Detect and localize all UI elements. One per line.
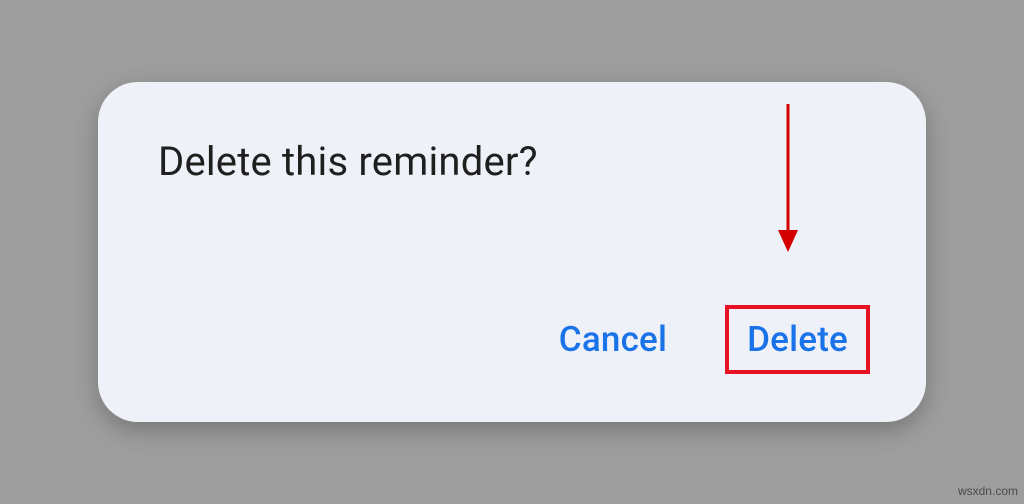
cancel-button[interactable]: Cancel [541,305,685,374]
dialog-title: Delete this reminder? [158,138,870,185]
watermark: wsxdn.com [958,484,1018,498]
dialog-actions: Cancel Delete [158,305,870,374]
delete-button[interactable]: Delete [725,305,870,374]
confirm-dialog: Delete this reminder? Cancel Delete [98,82,926,422]
